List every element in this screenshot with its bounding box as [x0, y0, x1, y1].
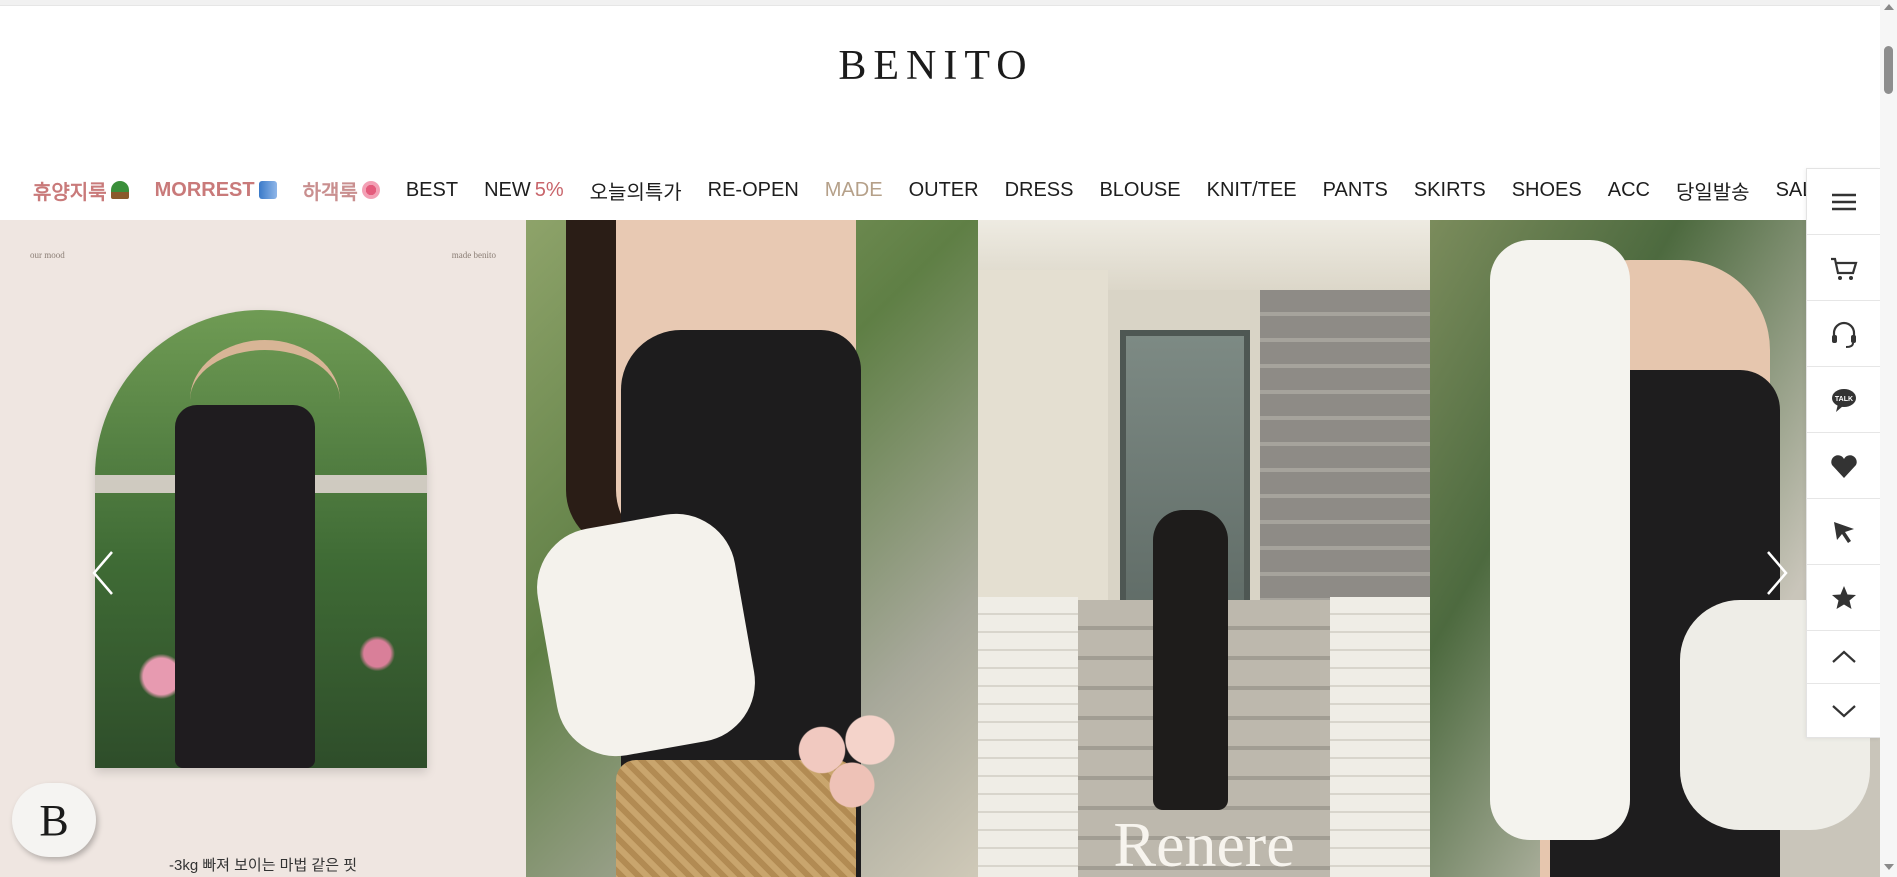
- nav-item-dress[interactable]: DRESS: [1005, 179, 1074, 202]
- sidebar-kakaotalk-button[interactable]: TALK: [1807, 367, 1880, 433]
- sidebar-wishlist-button[interactable]: [1807, 433, 1880, 499]
- nav-label: 하객룩: [302, 181, 358, 204]
- slide-corner-text-right: made benito: [451, 250, 496, 260]
- page-scrollbar[interactable]: [1880, 0, 1897, 877]
- hero-slider: our mood made benito -3kg 빠져 보이는 마법 같은 핏…: [0, 220, 1880, 877]
- nav-label: MORREST: [154, 178, 255, 201]
- hero-slide-1[interactable]: our mood made benito -3kg 빠져 보이는 마법 같은 핏: [0, 220, 526, 877]
- hero-slide-2[interactable]: [526, 220, 978, 877]
- scroll-thumb[interactable]: [1884, 46, 1893, 94]
- site-header: BENITO 휴양지룩 MORREST 하객룩 BEST NEW 5% 오늘의특가…: [0, 6, 1880, 220]
- cart-icon: [1830, 257, 1857, 280]
- nav-item-pants[interactable]: PANTS: [1323, 179, 1388, 202]
- black-dress: [175, 405, 315, 768]
- star-icon: [1831, 585, 1856, 609]
- chevron-down-icon: [1831, 704, 1856, 717]
- slide-caption: -3kg 빠져 보이는 마법 같은 핏: [168, 857, 358, 874]
- chevron-left-icon: [92, 551, 113, 595]
- headset-icon: [1831, 321, 1856, 348]
- nav-item-today-deal[interactable]: 오늘의특가: [590, 176, 682, 205]
- chevron-up-icon: [1831, 650, 1856, 663]
- bouquet-icon: [361, 181, 380, 199]
- thread-spool-icon: [258, 181, 277, 199]
- nav-item-made[interactable]: MADE: [825, 179, 883, 202]
- scroll-to-top-button[interactable]: [1807, 631, 1880, 684]
- nav-item-same-day[interactable]: 당일발송: [1676, 176, 1750, 205]
- nav-item-morrest[interactable]: MORREST: [155, 179, 277, 202]
- heart-icon: [1830, 454, 1857, 478]
- main-nav: 휴양지룩 MORREST 하객룩 BEST NEW 5% 오늘의특가 RE-OPE…: [33, 172, 1853, 208]
- nav-label: 휴양지룩: [33, 181, 107, 204]
- nav-item-blouse[interactable]: BLOUSE: [1099, 179, 1180, 202]
- nav-item-wedding-guest[interactable]: 하객룩: [303, 176, 380, 205]
- collection-watermark: Renere: [1113, 809, 1295, 877]
- nav-item-outer[interactable]: OUTER: [909, 179, 979, 202]
- nav-item-knit-tee[interactable]: KNIT/TEE: [1207, 179, 1297, 202]
- tulip-bouquet: [786, 710, 906, 810]
- nav-item-reopen[interactable]: RE-OPEN: [708, 179, 799, 202]
- slider-prev-button[interactable]: [88, 548, 118, 598]
- sidebar-customer-center-button[interactable]: [1807, 301, 1880, 367]
- slider-next-button[interactable]: [1762, 548, 1792, 598]
- nav-item-skirts[interactable]: SKIRTS: [1414, 179, 1486, 202]
- scroll-up-arrow-icon[interactable]: [1884, 4, 1894, 10]
- svg-text:TALK: TALK: [1834, 396, 1852, 403]
- floating-brand-button[interactable]: B: [12, 783, 96, 857]
- cursor-icon: [1833, 521, 1854, 543]
- talk-icon: TALK: [1831, 388, 1856, 412]
- nav-item-best[interactable]: BEST: [406, 179, 458, 202]
- menu-icon: [1831, 193, 1856, 210]
- scroll-to-bottom-button[interactable]: [1807, 684, 1880, 737]
- hero-slide-3[interactable]: Renere: [978, 220, 1430, 877]
- sidebar-menu-button[interactable]: [1807, 169, 1880, 235]
- sidebar-favorite-button[interactable]: [1807, 565, 1880, 631]
- nav-discount-badge: 5%: [534, 178, 564, 201]
- palm-tree-icon: [110, 181, 129, 199]
- chevron-right-icon: [1767, 551, 1788, 595]
- quick-sidebar: TALK: [1806, 168, 1880, 738]
- white-shirt: [1490, 240, 1630, 840]
- model-walking: [1153, 510, 1228, 810]
- scroll-down-arrow-icon[interactable]: [1884, 864, 1894, 870]
- sidebar-recent-view-button[interactable]: [1807, 499, 1880, 565]
- nav-item-acc[interactable]: ACC: [1608, 179, 1650, 202]
- slide-corner-text-left: our mood: [30, 250, 65, 260]
- nav-item-new[interactable]: NEW 5%: [484, 179, 564, 202]
- nav-label: NEW: [484, 178, 531, 201]
- brand-logo[interactable]: BENITO: [0, 42, 1872, 90]
- nav-item-vacation[interactable]: 휴양지룩: [33, 176, 129, 205]
- arch-photo: [95, 310, 427, 768]
- nav-item-shoes[interactable]: SHOES: [1512, 179, 1582, 202]
- sidebar-cart-button[interactable]: [1807, 235, 1880, 301]
